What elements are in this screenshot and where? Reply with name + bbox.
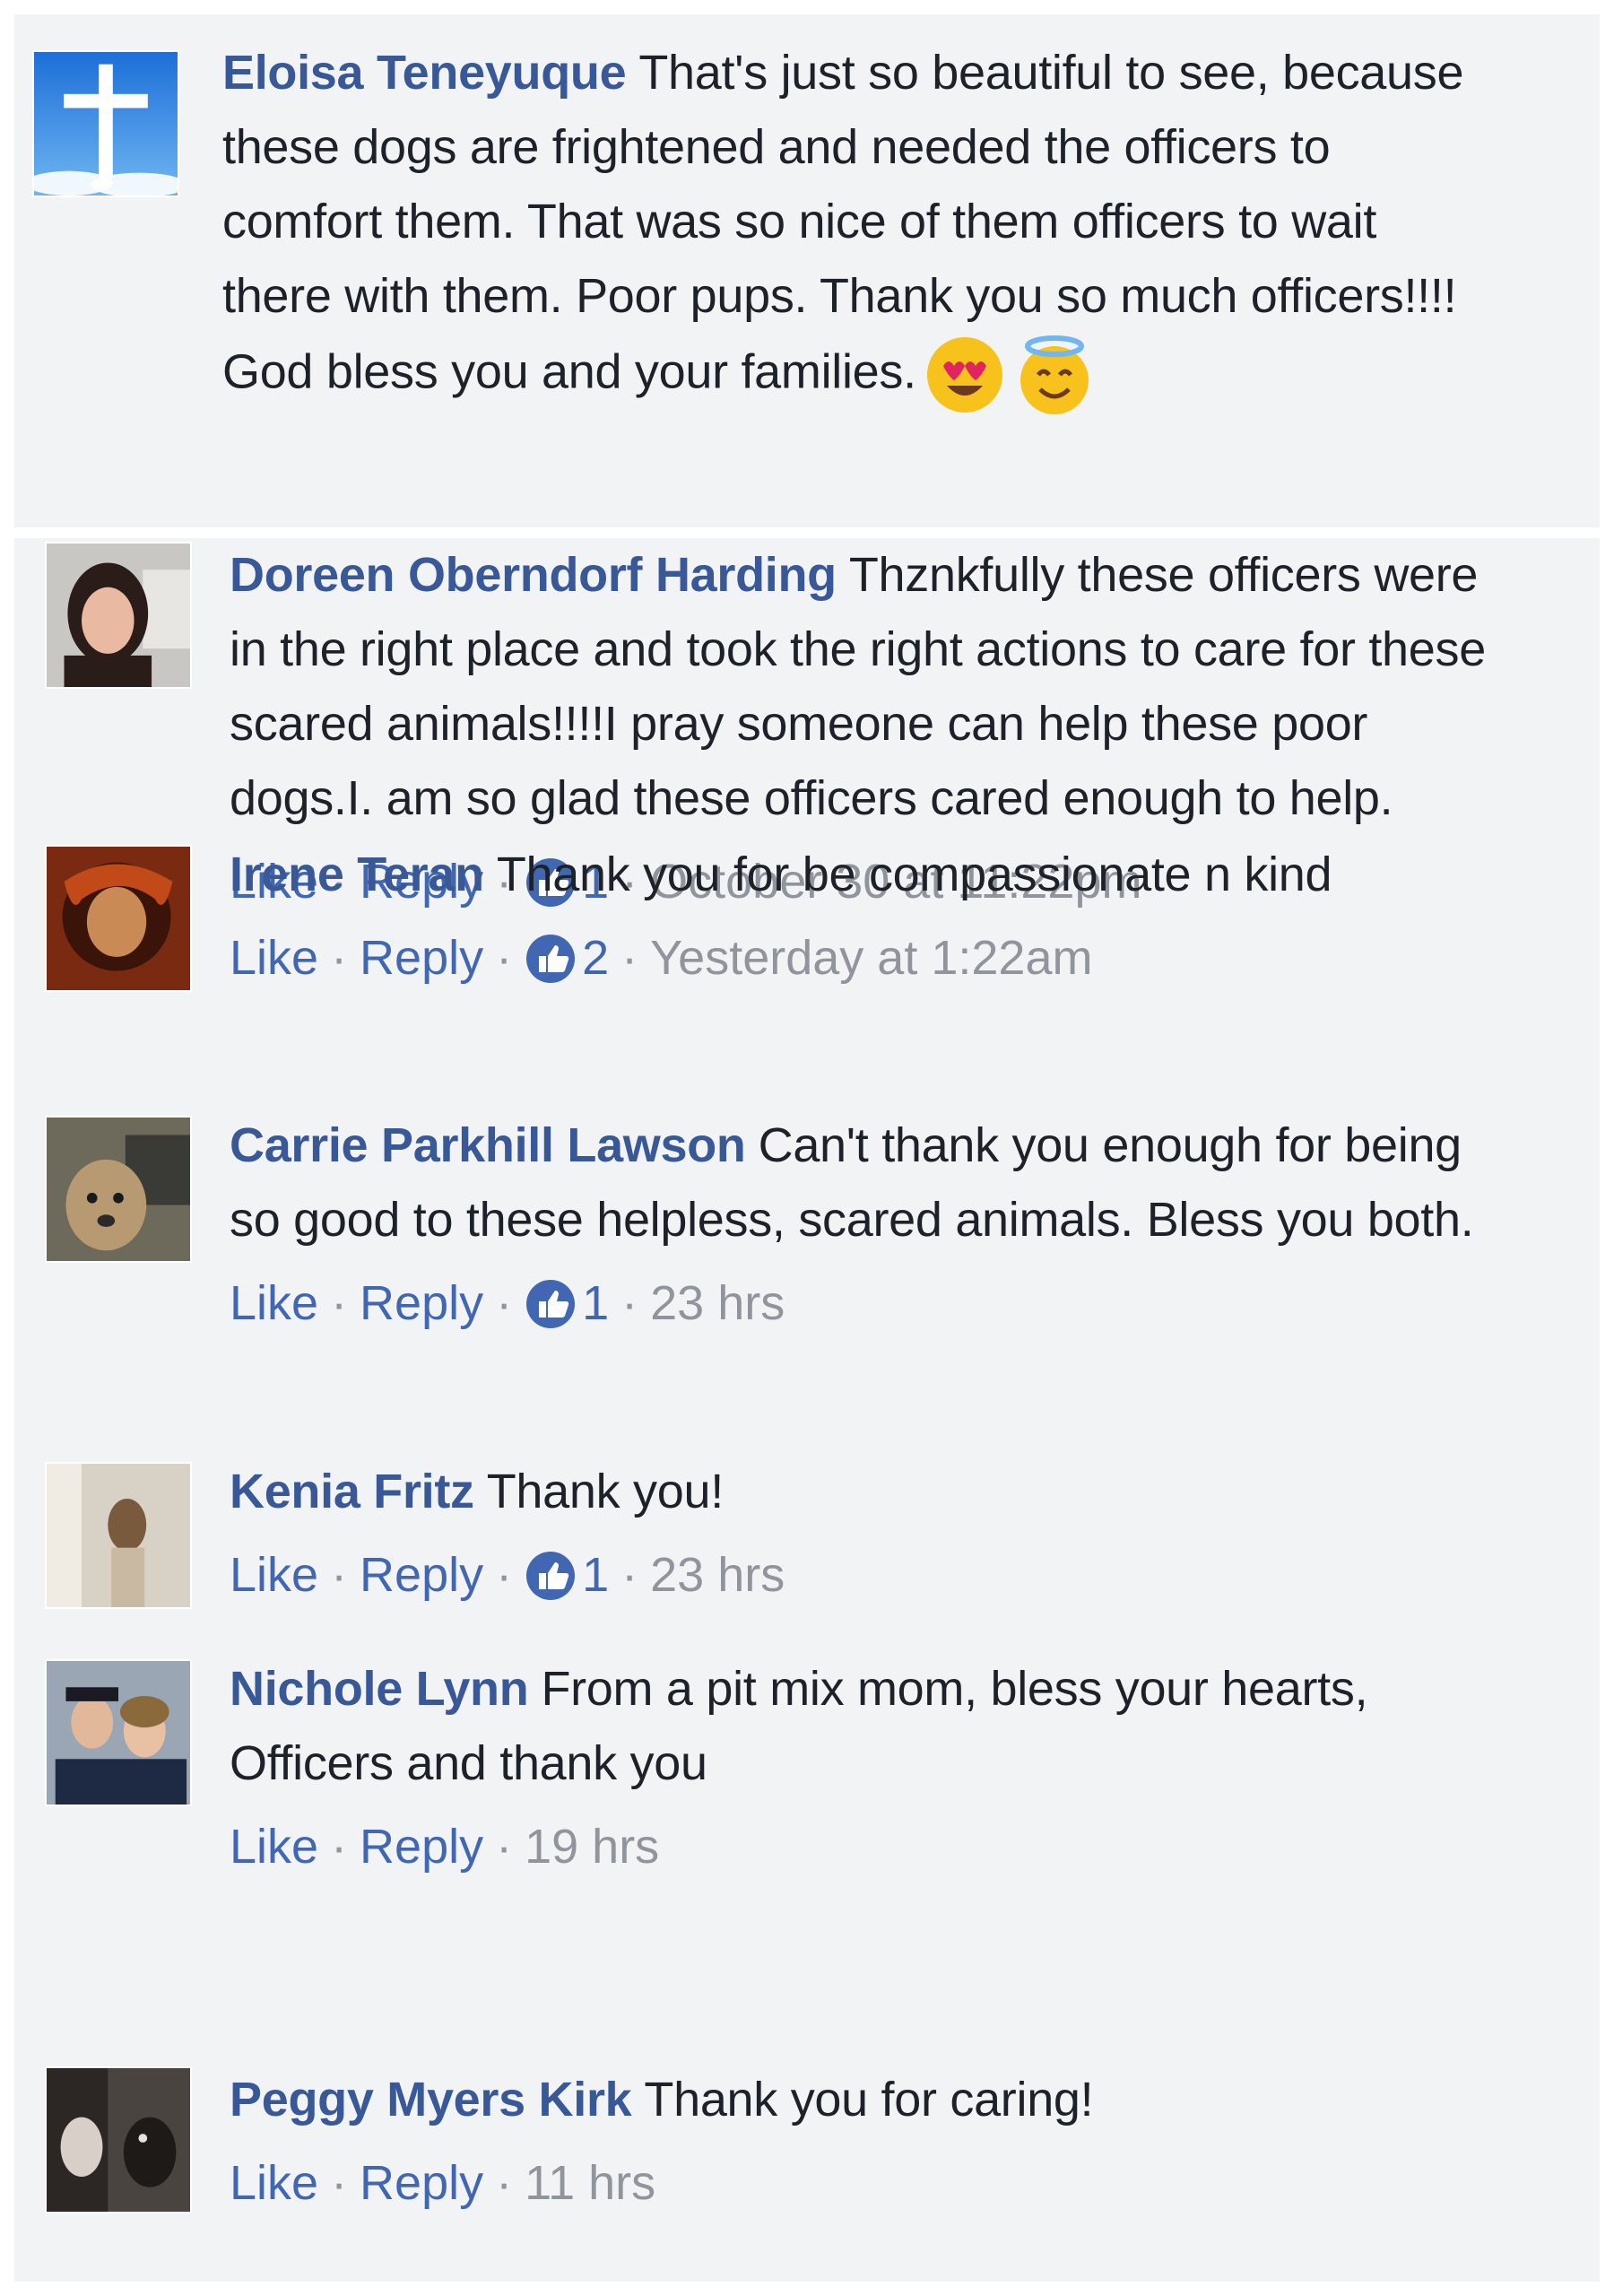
comment-content: Peggy Myers Kirk Thank you for caring! Li… — [230, 2063, 1492, 2221]
comment-body: Thank you! — [486, 1465, 724, 1518]
comment-panel-main: Doreen Oberndorf Harding Thznkfully these… — [14, 538, 1600, 2282]
comment-actions: Like · Reply · 2 · Yesterday at 1:22am — [230, 921, 1492, 996]
comment-text: Eloisa Teneyuque That's just so beautiful… — [222, 36, 1492, 416]
separator-dot: · — [496, 931, 513, 985]
reply-link[interactable]: Reply — [360, 1810, 483, 1884]
reply-link[interactable]: Reply — [360, 921, 483, 996]
separator-dot: · — [621, 1276, 638, 1330]
heart-eyes-emoji — [924, 334, 1006, 416]
avatar[interactable] — [45, 1462, 192, 1609]
comment-actions: Like · Reply · 1 · 23 hrs — [230, 1266, 1492, 1341]
separator-dot: · — [331, 1820, 348, 1874]
avatar[interactable] — [45, 845, 192, 992]
comment-text: Carrie Parkhill Lawson Can't thank you en… — [230, 1109, 1492, 1257]
comment-author[interactable]: Peggy Myers Kirk — [230, 2073, 632, 2126]
like-thumb-icon — [526, 1279, 576, 1328]
comment-content: Eloisa Teneyuque That's just so beautiful… — [222, 36, 1492, 416]
comment-text: Irene Teran Thank you for be compassionat… — [230, 838, 1492, 912]
comment-body: Thank you for be compassionate n kind — [496, 848, 1332, 901]
avatar[interactable] — [45, 2066, 192, 2213]
reply-link[interactable]: Reply — [360, 1266, 483, 1341]
comment-content: Nichole Lynn From a pit mix mom, bless yo… — [230, 1652, 1492, 1884]
avatar[interactable] — [45, 1116, 192, 1263]
cross-icon — [34, 52, 178, 196]
separator-dot: · — [496, 1820, 513, 1874]
reply-link[interactable]: Reply — [360, 2146, 483, 2221]
comment-content: Irene Teran Thank you for be compassionat… — [230, 838, 1492, 996]
comment-author[interactable]: Kenia Fritz — [230, 1465, 474, 1518]
reaction-number: 1 — [582, 1548, 610, 1602]
reaction-count[interactable]: 1 — [525, 1538, 609, 1613]
avatar[interactable] — [45, 1659, 192, 1806]
avatar[interactable] — [32, 50, 179, 197]
comment-text: Doreen Oberndorf Harding Thznkfully these… — [230, 538, 1492, 836]
smiling-face-with-halo-emoji — [1013, 334, 1096, 416]
comment-text: Peggy Myers Kirk Thank you for caring! — [230, 2063, 1492, 2137]
comment-content: Kenia Fritz Thank you! Like · Reply · 1 ·… — [230, 1455, 1492, 1613]
comment-panel-top: Eloisa Teneyuque That's just so beautiful… — [14, 14, 1600, 527]
comment-timestamp[interactable]: 23 hrs — [650, 1538, 785, 1613]
like-link[interactable]: Like — [230, 921, 318, 996]
reaction-count[interactable]: 2 — [525, 921, 609, 996]
separator-dot: · — [331, 1276, 348, 1330]
like-link[interactable]: Like — [230, 1266, 318, 1341]
separator-dot: · — [621, 931, 638, 985]
like-link[interactable]: Like — [230, 1538, 318, 1613]
comment-text: Nichole Lynn From a pit mix mom, bless yo… — [230, 1652, 1492, 1801]
like-link[interactable]: Like — [230, 2146, 318, 2221]
separator-dot: · — [331, 2156, 348, 2210]
reaction-count[interactable]: 1 — [525, 1266, 609, 1341]
like-thumb-icon — [526, 934, 576, 983]
comment-actions: Like · Reply · 1 · 23 hrs — [230, 1538, 1492, 1613]
reaction-number: 1 — [582, 1276, 610, 1330]
separator-dot: · — [496, 1276, 513, 1330]
comment-timestamp[interactable]: 19 hrs — [525, 1810, 659, 1884]
separator-dot: · — [496, 2156, 513, 2210]
comment-timestamp[interactable]: 11 hrs — [525, 2146, 655, 2221]
comment-body: Thank you for caring! — [644, 2073, 1094, 2126]
separator-dot: · — [331, 1548, 348, 1602]
avatar[interactable] — [45, 542, 192, 689]
separator-dot: · — [331, 931, 348, 985]
comment-content: Carrie Parkhill Lawson Can't thank you en… — [230, 1109, 1492, 1341]
reaction-number: 2 — [582, 931, 610, 985]
comment-author[interactable]: Eloisa Teneyuque — [222, 46, 627, 100]
like-link[interactable]: Like — [230, 1810, 318, 1884]
comment-text: Kenia Fritz Thank you! — [230, 1455, 1492, 1529]
comment-timestamp[interactable]: 23 hrs — [650, 1266, 785, 1341]
comment-author[interactable]: Irene Teran — [230, 848, 484, 901]
comment-author[interactable]: Nichole Lynn — [230, 1662, 529, 1716]
like-thumb-icon — [526, 1551, 576, 1600]
comment-timestamp[interactable]: Yesterday at 1:22am — [650, 921, 1092, 996]
reply-link[interactable]: Reply — [360, 1538, 483, 1613]
comment-author[interactable]: Doreen Oberndorf Harding — [230, 548, 837, 602]
separator-dot: · — [621, 1548, 638, 1602]
comment-actions: Like · Reply · 11 hrs — [230, 2146, 1492, 2221]
comment-author[interactable]: Carrie Parkhill Lawson — [230, 1118, 746, 1172]
separator-dot: · — [496, 1548, 513, 1602]
comment-actions: Like · Reply · 19 hrs — [230, 1810, 1492, 1884]
